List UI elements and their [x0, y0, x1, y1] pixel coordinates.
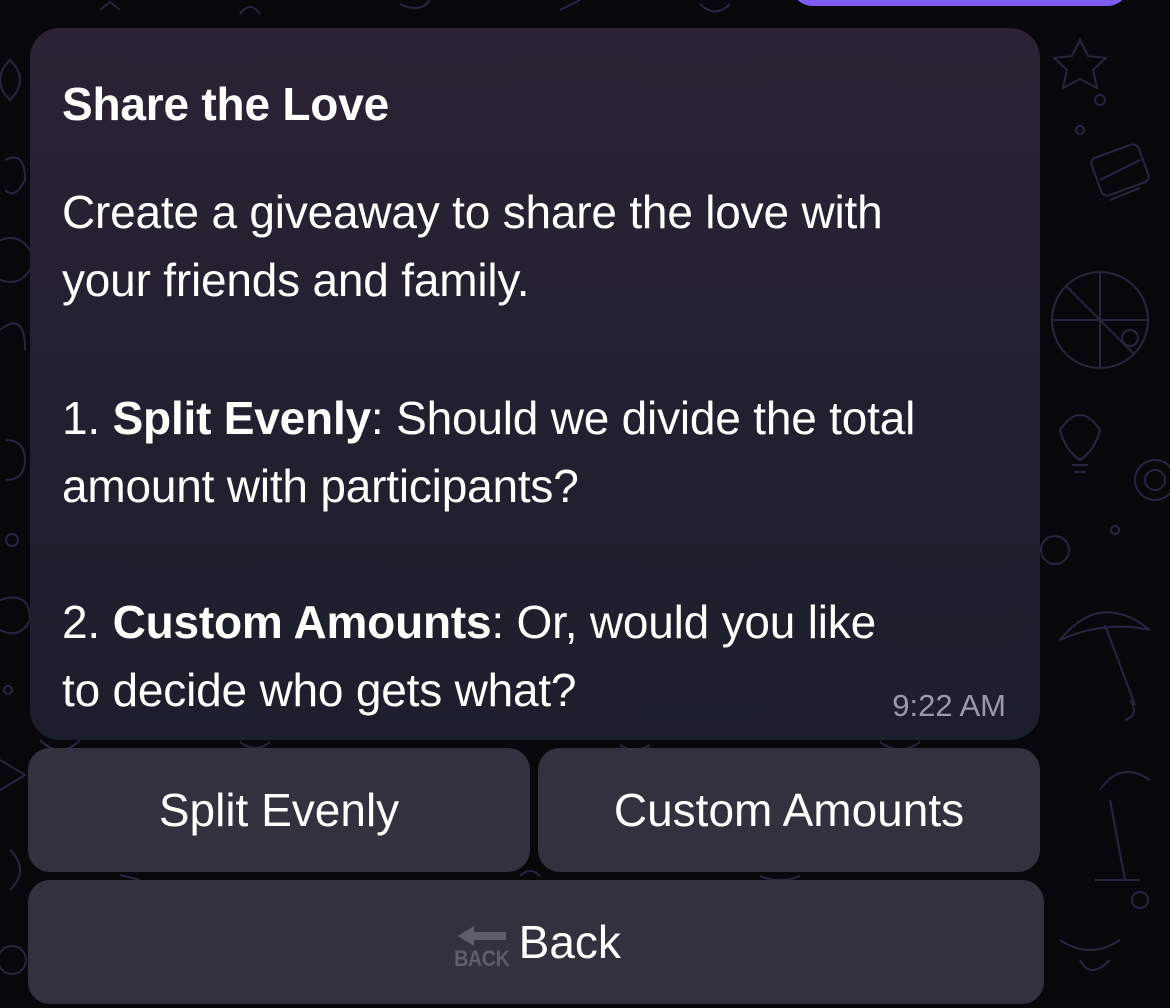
- message-option-split: 1. Split Evenly: Should we divide the to…: [62, 384, 915, 452]
- option-number: 2.: [62, 596, 100, 648]
- back-arrow-icon: BACK: [451, 924, 513, 970]
- option-number: 1.: [62, 392, 100, 444]
- message-intro-line: Create a giveaway to share the love with: [62, 186, 883, 238]
- custom-amounts-label: Custom Amounts: [613, 784, 965, 836]
- back-button[interactable]: BACK Back: [28, 880, 1044, 1004]
- message-timestamp: 9:22 AM: [892, 688, 1006, 723]
- message-option-split-line: amount with participants?: [62, 460, 579, 512]
- option-description: : Or, would you like: [491, 596, 876, 648]
- message-title: Share the Love: [62, 78, 389, 130]
- outgoing-message-bubble-edge: [790, 0, 1130, 6]
- message-option-custom: 2. Custom Amounts: Or, would you like: [62, 588, 876, 656]
- option-heading: Custom Amounts: [112, 596, 492, 648]
- custom-amounts-button[interactable]: Custom Amounts: [538, 748, 1040, 872]
- option-description: : Should we divide the total: [370, 392, 916, 444]
- back-label: Back: [518, 916, 621, 968]
- chat-screen: Share the Love Create a giveaway to shar…: [0, 0, 1170, 1008]
- split-evenly-button[interactable]: Split Evenly: [28, 748, 530, 872]
- option-heading: Split Evenly: [112, 392, 372, 444]
- back-icon-text: BACK: [454, 946, 510, 971]
- message-option-custom-line: to decide who gets what?: [62, 664, 577, 716]
- bot-message-bubble: Share the Love Create a giveaway to shar…: [30, 28, 1040, 740]
- split-evenly-label: Split Evenly: [158, 784, 400, 836]
- message-intro-line: your friends and family.: [62, 254, 530, 306]
